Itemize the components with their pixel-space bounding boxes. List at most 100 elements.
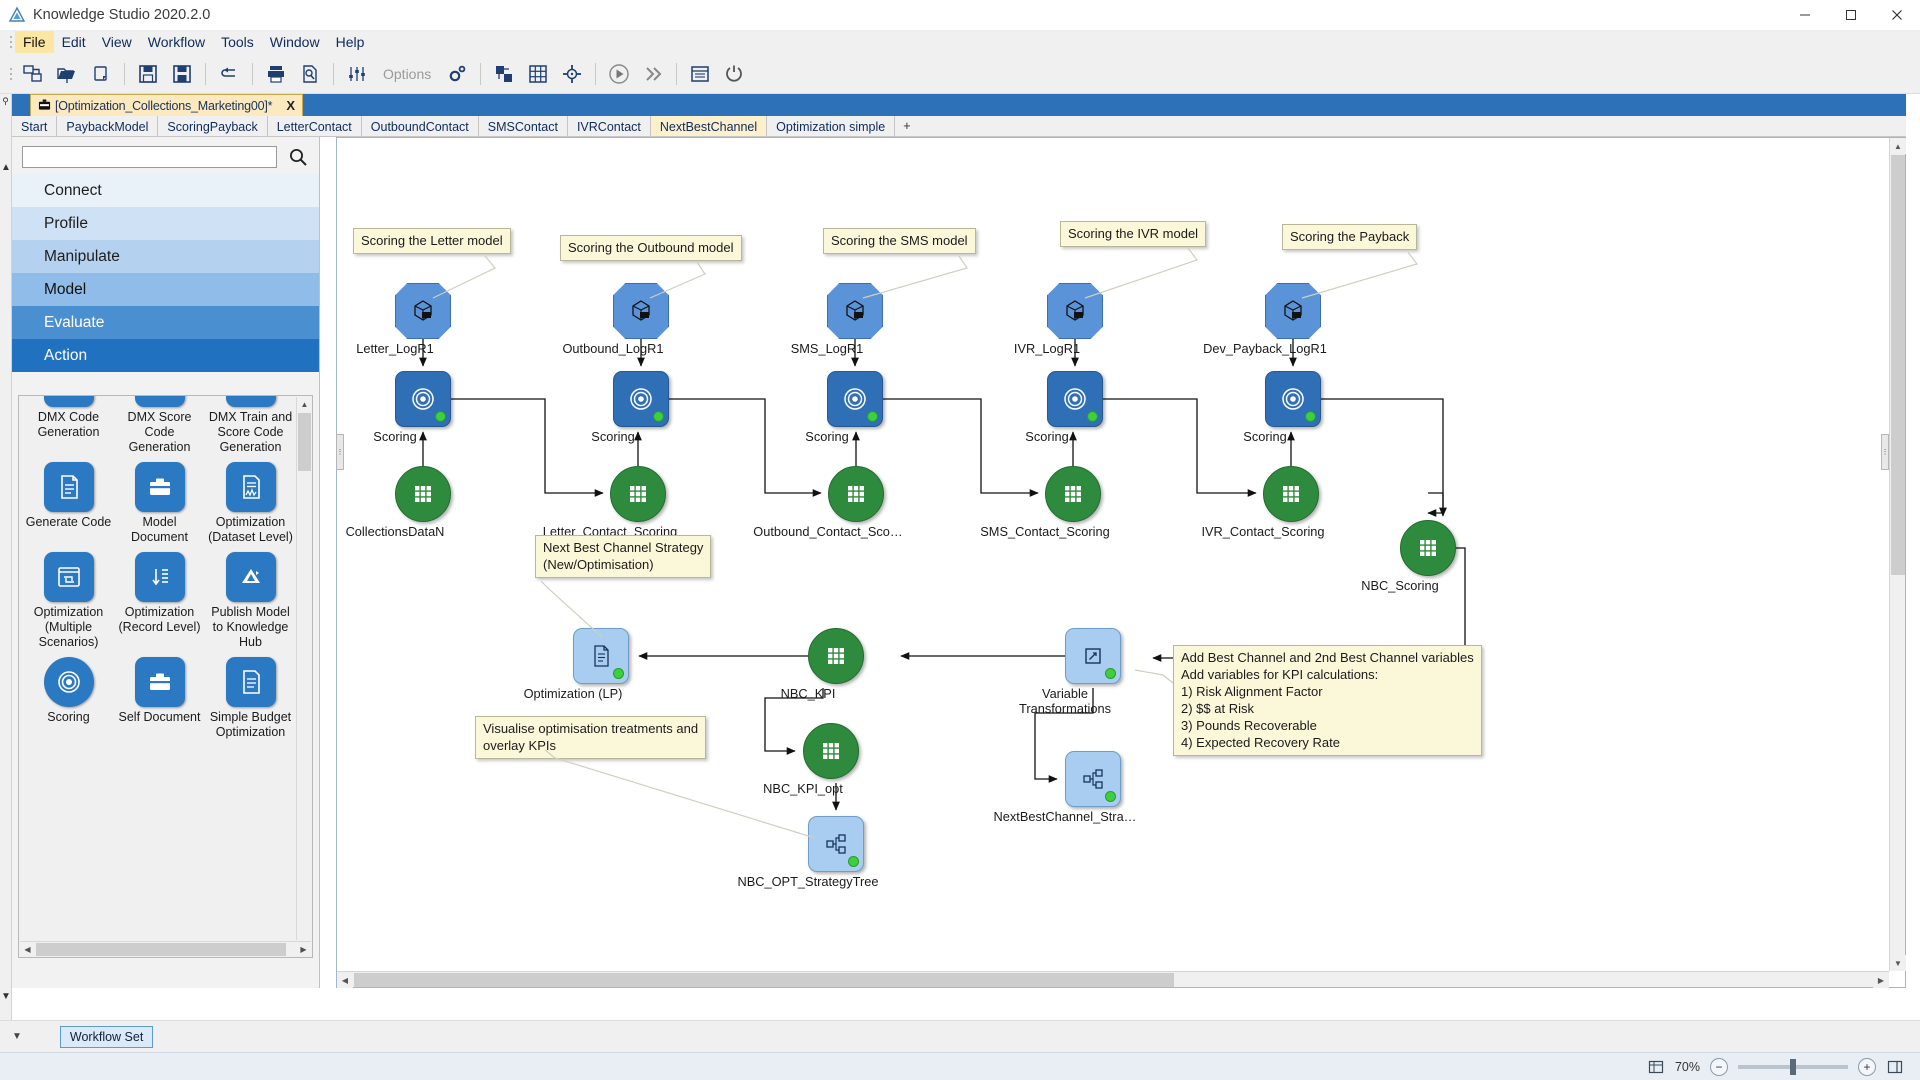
document-tab-strip: [Optimization_Collections_Marketing00]* … (12, 94, 1906, 116)
palette-scroll-thumb[interactable] (298, 413, 311, 471)
palette-item-generate-code[interactable]: Generate Code (23, 459, 114, 545)
settings-sliders-icon[interactable] (341, 58, 373, 90)
gear-icon[interactable] (441, 58, 473, 90)
sidebar-item-profile[interactable]: Profile (12, 207, 319, 240)
annotation-note-sms[interactable]: Scoring the SMS model (823, 228, 976, 254)
annotation-note-visualise[interactable]: Visualise optimisation treatments and ov… (475, 716, 707, 759)
run-all-icon[interactable] (637, 58, 669, 90)
palette-item-self-document[interactable]: Self Document (114, 654, 205, 740)
palette-scroll-right-icon[interactable]: ▶ (296, 942, 311, 957)
sidebar-item-model[interactable]: Model (12, 273, 319, 306)
group-nodes-icon[interactable] (488, 58, 520, 90)
palette-item-optimization-dataset-level[interactable]: Optimization (Dataset Level) (205, 459, 296, 545)
palette-vertical-scrollbar[interactable]: ▲ (296, 397, 312, 940)
document-tab-close-icon[interactable]: X (286, 98, 295, 113)
menu-item-file[interactable]: File (15, 30, 54, 53)
maximize-icon[interactable] (1828, 0, 1874, 30)
document-tab[interactable]: [Optimization_Collections_Marketing00]* … (30, 94, 303, 116)
stop-icon[interactable] (718, 58, 750, 90)
menu-item-help[interactable]: Help (328, 31, 373, 53)
window-title: Knowledge Studio 2020.2.0 (33, 6, 211, 23)
dock-scroll-up-icon[interactable]: ▲ (1, 162, 11, 173)
open-folder-icon[interactable] (51, 58, 83, 90)
search-icon[interactable] (287, 146, 309, 168)
new-workflow-icon[interactable] (17, 58, 49, 90)
menu-item-edit[interactable]: Edit (54, 31, 94, 53)
palette-scroll-up-icon[interactable]: ▲ (297, 397, 312, 412)
grid-icon[interactable] (1647, 1058, 1665, 1076)
annotation-note-nbc-strategy[interactable]: Next Best Channel Strategy (New/Optimisa… (535, 535, 712, 578)
save-icon[interactable] (132, 58, 164, 90)
canvas-hscroll-thumb[interactable] (354, 973, 1174, 987)
tab-scoringpayback[interactable]: ScoringPayback (158, 116, 268, 136)
tab-start[interactable]: Start (12, 116, 58, 136)
workflow-set-button[interactable]: Workflow Set (59, 1025, 154, 1048)
annotation-note-letter[interactable]: Scoring the Letter model (353, 228, 511, 254)
zoom-out-button[interactable]: − (1710, 1057, 1728, 1076)
menu-item-workflow[interactable]: Workflow (140, 31, 213, 53)
save-as-icon[interactable] (166, 58, 198, 90)
annotation-note-ivr[interactable]: Scoring the IVR model (1060, 221, 1207, 247)
print-icon[interactable] (260, 58, 292, 90)
palette-horizontal-scrollbar[interactable]: ◀ ▶ (20, 941, 311, 957)
pin-icon[interactable]: ⚲ (0, 96, 11, 107)
search-input[interactable] (22, 146, 277, 168)
print-preview-icon[interactable] (294, 58, 326, 90)
menu-item-window[interactable]: Window (262, 31, 328, 53)
run-icon[interactable] (603, 58, 635, 90)
workflow-canvas[interactable]: Letter_LogR1 Outbound_LogR1 SMS_LogR1 IV… (345, 138, 1888, 970)
canvas-vscroll-thumb[interactable] (1891, 155, 1905, 575)
dock-collapse-icon[interactable]: ▼ (12, 1031, 22, 1042)
fit-to-view-icon[interactable] (556, 58, 588, 90)
annotation-note-payback[interactable]: Scoring the Payback (1282, 224, 1418, 250)
sidebar-item-action[interactable]: Action (12, 339, 319, 372)
undo-icon[interactable] (213, 58, 245, 90)
palette-item-dmx-train-and-score-code-generation[interactable]: DMX Train and Score Code Generation (205, 396, 296, 455)
sidebar-item-evaluate[interactable]: Evaluate (12, 306, 319, 339)
palette-item-optimization-record-level[interactable]: Optimization (Record Level) (114, 549, 205, 650)
menu-item-tools[interactable]: Tools (213, 31, 262, 53)
canvas-scroll-down-icon[interactable]: ▼ (1890, 955, 1906, 971)
panel-icon[interactable] (1886, 1058, 1904, 1076)
canvas-scroll-right-icon[interactable]: ▶ (1873, 972, 1889, 988)
palette-hscroll-thumb[interactable] (36, 943, 286, 956)
palette-item-publish-model-to-knowledge-hub[interactable]: Publish Model to Knowledge Hub (205, 549, 296, 650)
zoom-slider[interactable] (1738, 1058, 1848, 1075)
zoom-in-button[interactable]: + (1858, 1057, 1876, 1076)
tab-ivrcontact[interactable]: IVRContact (567, 116, 651, 136)
sidebar-item-manipulate[interactable]: Manipulate (12, 240, 319, 273)
node-label: NBC_Scoring (1361, 578, 1439, 593)
annotation-note-outbound[interactable]: Scoring the Outbound model (560, 235, 742, 261)
tab-outboundcontact[interactable]: OutboundContact (361, 116, 479, 136)
minimize-icon[interactable] (1782, 0, 1828, 30)
tab-smscontact[interactable]: SMSContact (478, 116, 568, 136)
close-icon[interactable] (1874, 0, 1920, 30)
copy-icon[interactable] (85, 58, 117, 90)
palette-scroll-left-icon[interactable]: ◀ (20, 942, 35, 957)
canvas-left-splitter[interactable]: ⋮ (336, 434, 344, 470)
palette-item-dmx-score-code-generation[interactable]: DMX Score Code Generation (114, 396, 205, 455)
dock-scroll-down-icon[interactable]: ▼ (1, 991, 11, 1002)
tab-paybackmodel[interactable]: PaybackModel (57, 116, 159, 136)
log-icon[interactable] (684, 58, 716, 90)
tab-nextbestchannel[interactable]: NextBestChannel (650, 116, 768, 136)
tab-lettercontact[interactable]: LetterContact (267, 116, 362, 136)
menu-item-view[interactable]: View (94, 31, 140, 53)
canvas-scroll-left-icon[interactable]: ◀ (337, 972, 353, 988)
palette-item-dmx-code-generation[interactable]: DMX Code Generation (23, 396, 114, 455)
tab-optimization-simple[interactable]: Optimization simple (767, 116, 896, 136)
document-lines-icon (225, 657, 276, 707)
palette-item-optimization-multiple-scenarios[interactable]: Optimization (Multiple Scenarios) (23, 549, 114, 650)
sidebar-item-connect[interactable]: Connect (12, 174, 319, 207)
palette-item-simple-budget-optimization[interactable]: Simple Budget Optimization (205, 654, 296, 740)
add-tab-button[interactable]: + (895, 116, 919, 136)
zoom-slider-thumb[interactable] (1790, 1058, 1796, 1075)
canvas-scroll-up-icon[interactable]: ▲ (1890, 138, 1906, 154)
canvas-horizontal-scrollbar[interactable]: ◀ ▶ (337, 971, 1889, 988)
grid-icon[interactable] (522, 58, 554, 90)
annotation-note-variables[interactable]: Add Best Channel and 2nd Best Channel va… (1173, 645, 1482, 756)
options-label[interactable]: Options (375, 66, 439, 82)
palette-item-scoring[interactable]: Scoring (23, 654, 114, 740)
palette-item-model-document[interactable]: Model Document (114, 459, 205, 545)
canvas-vertical-scrollbar[interactable]: ▲ ▼ (1889, 138, 1906, 971)
